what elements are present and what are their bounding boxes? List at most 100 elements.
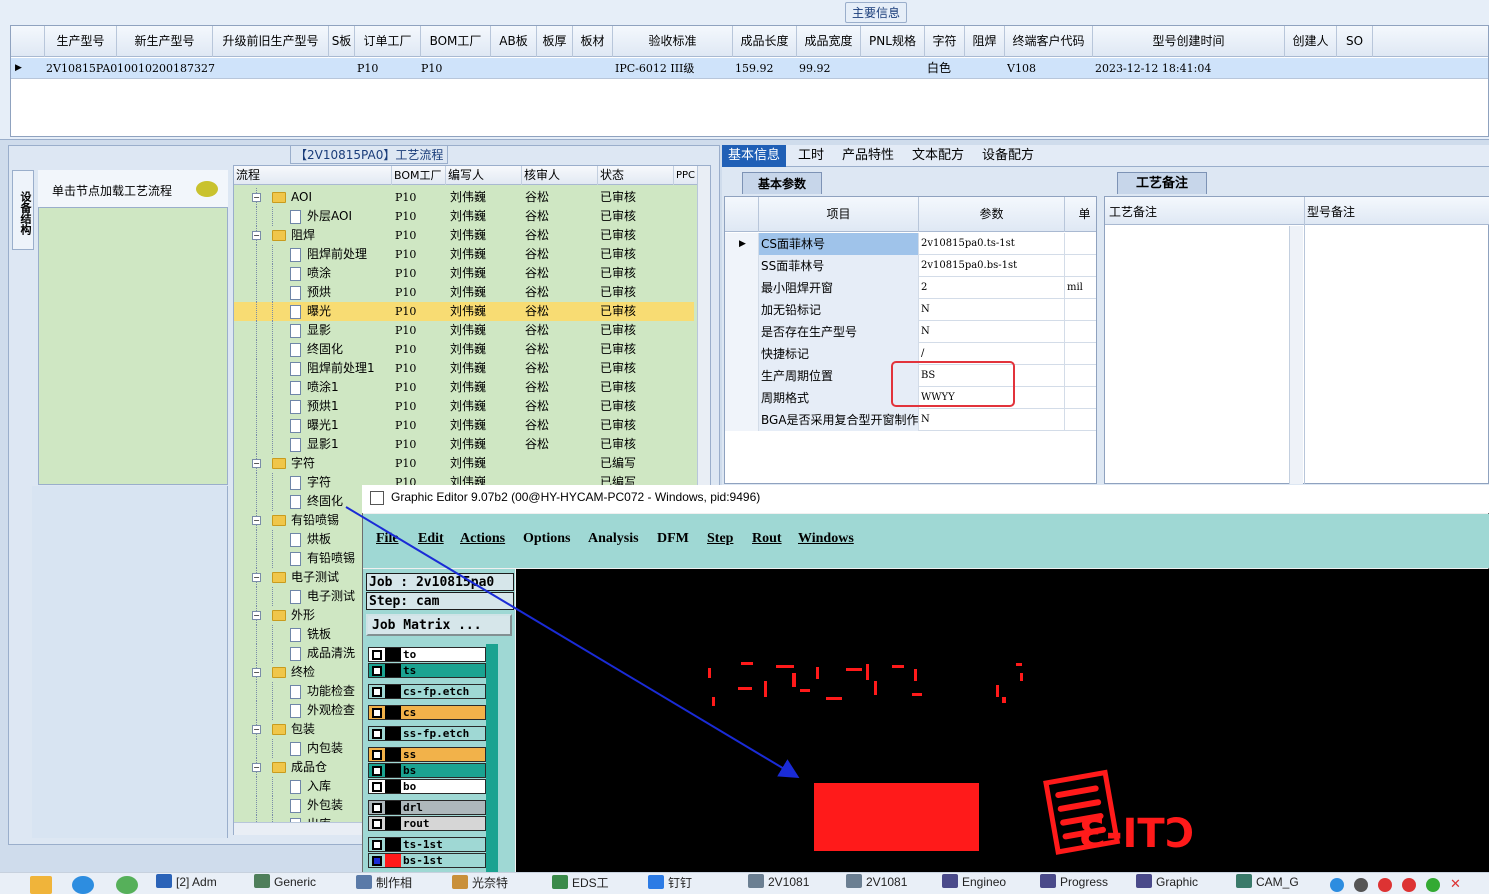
taskbar-item[interactable]: Progress (1040, 874, 1108, 894)
notes-col-model[interactable]: 型号备注 (1307, 203, 1355, 220)
tab-equipment-recipe[interactable]: 设备配方 (976, 145, 1040, 167)
cell-prod-model[interactable]: 2V10815PA0 (46, 58, 117, 79)
taskbar-item[interactable]: 2V1081 (846, 874, 907, 894)
collapse-icon[interactable]: − (252, 611, 261, 620)
tree-horizontal-scrollbar[interactable] (234, 822, 364, 835)
collapse-icon[interactable]: − (252, 231, 261, 240)
col-header-s-board[interactable]: S板 (329, 26, 355, 57)
cell-new-model[interactable]: 10010200187327 (117, 58, 215, 79)
tree-row[interactable]: − 字符 P10 刘伟巍 已编写 (234, 454, 694, 473)
col-header-width[interactable]: 成品宽度 (797, 26, 861, 57)
taskbar-item[interactable]: Engineo (942, 874, 1006, 894)
tree-col-status[interactable]: 状态 (598, 166, 674, 185)
param-col-value[interactable]: 参数 (919, 197, 1065, 232)
param-grid-corner[interactable] (725, 197, 759, 232)
layer-row[interactable]: cs-fp.etch (368, 684, 486, 699)
param-value[interactable]: 2v10815pa0.bs-1st (919, 255, 1065, 277)
param-value[interactable]: N (919, 409, 1065, 431)
layer-scrollbar[interactable] (486, 644, 498, 894)
collapse-icon[interactable]: − (252, 516, 261, 525)
col-header-pnl[interactable]: PNL规格 (861, 26, 925, 57)
collapse-icon[interactable]: − (252, 668, 261, 677)
tree-col-bom[interactable]: BOM工厂 (392, 166, 446, 185)
taskbar-item[interactable]: EDS工 (552, 874, 609, 894)
cell-char[interactable]: 白色 (927, 58, 951, 79)
tree-row[interactable]: 曝光1 P10 刘伟巍 谷松 已审核 (234, 416, 694, 435)
tree-row[interactable]: 阻焊前处理 P10 刘伟巍 谷松 已审核 (234, 245, 694, 264)
col-header-ab-board[interactable]: AB板 (491, 26, 537, 57)
col-header-customer-code[interactable]: 终端客户代码 (1005, 26, 1093, 57)
grid-corner[interactable] (11, 26, 45, 57)
cell-length[interactable]: 159.92 (735, 58, 774, 79)
menu-rout[interactable]: Rout (752, 531, 782, 547)
param-row[interactable]: 是否存在生产型号 N (725, 321, 1096, 343)
layer-checkbox[interactable] (372, 782, 382, 792)
col-header-order-factory[interactable]: 订单工厂 (355, 26, 421, 57)
menu-file[interactable]: File (376, 531, 399, 547)
param-col-unit[interactable]: 单 (1065, 197, 1096, 232)
menu-analysis[interactable]: Analysis (588, 531, 639, 547)
table-row[interactable]: ▶ 2V10815PA0 10010200187327 P10 P10 IPC-… (11, 58, 1488, 79)
layer-row[interactable]: ts (368, 663, 486, 678)
col-header-so[interactable]: SO (1337, 26, 1373, 57)
cell-bom-factory[interactable]: P10 (421, 58, 442, 79)
param-value[interactable]: N (919, 299, 1065, 321)
layer-checkbox[interactable] (372, 803, 382, 813)
col-header-char[interactable]: 字符 (925, 26, 965, 57)
layer-checkbox[interactable] (372, 819, 382, 829)
collapse-icon[interactable]: − (252, 763, 261, 772)
taskbar-item[interactable]: [2] Adm (156, 874, 217, 894)
tray-close-icon[interactable]: ✕ (1450, 878, 1464, 892)
layer-row[interactable]: rout (368, 816, 486, 831)
tree-row[interactable]: 终固化 P10 刘伟巍 谷松 已审核 (234, 340, 694, 359)
tree-row[interactable]: 显影 P10 刘伟巍 谷松 已审核 (234, 321, 694, 340)
edge-icon[interactable] (72, 876, 94, 894)
notes-col-process[interactable]: 工艺备注 (1109, 203, 1157, 220)
tab-basic-params[interactable]: 基本参数 (742, 172, 822, 194)
step-field[interactable]: Step: cam (366, 592, 514, 610)
menu-actions[interactable]: Actions (460, 531, 505, 547)
layer-checkbox[interactable] (372, 840, 382, 850)
job-field[interactable]: Job : 2v10815pa0 (366, 573, 514, 591)
taskbar-item[interactable]: 2V1081 (748, 874, 809, 894)
col-header-solder-mask[interactable]: 阻焊 (965, 26, 1005, 57)
layer-row[interactable]: ss-fp.etch (368, 726, 486, 741)
tray-app2-icon[interactable] (1402, 878, 1416, 892)
taskbar-item[interactable]: 钉钉 (648, 874, 692, 894)
layer-checkbox[interactable] (372, 650, 382, 660)
layer-checkbox[interactable] (372, 729, 382, 739)
layer-row[interactable]: drl (368, 800, 486, 815)
tree-row[interactable]: 外层AOI P10 刘伟巍 谷松 已审核 (234, 207, 694, 226)
tree-row[interactable]: 曝光 P10 刘伟巍 谷松 已审核 (234, 302, 694, 321)
tree-row[interactable]: − AOI P10 刘伟巍 谷松 已审核 (234, 188, 694, 207)
cell-order-factory[interactable]: P10 (357, 58, 378, 79)
cell-standard[interactable]: IPC-6012 III级 (615, 58, 694, 79)
tab-basic-info[interactable]: 基本信息 (722, 145, 787, 167)
param-row[interactable]: 加无铅标记 N (725, 299, 1096, 321)
tree-row[interactable]: 喷涂1 P10 刘伟巍 谷松 已审核 (234, 378, 694, 397)
col-header-thickness[interactable]: 板厚 (537, 26, 573, 57)
tray-network-icon[interactable] (1330, 878, 1344, 892)
col-header-old-model[interactable]: 升级前旧生产型号 (213, 26, 329, 57)
layer-row[interactable]: ts-1st (368, 837, 486, 852)
tree-row[interactable]: 预烘 P10 刘伟巍 谷松 已审核 (234, 283, 694, 302)
tree-col-flow[interactable]: 流程 (234, 166, 392, 185)
tree-col-writer[interactable]: 编写人 (446, 166, 522, 185)
layer-row[interactable]: to (368, 647, 486, 662)
side-tab-equipment[interactable]: 设备结构 (12, 170, 34, 250)
taskbar-item[interactable]: 制作相 (356, 874, 412, 894)
param-row[interactable]: BGA是否采用复合型开窗制作 N (725, 409, 1096, 431)
layer-checkbox[interactable] (372, 708, 382, 718)
taskbar-item[interactable]: Graphic (1136, 874, 1198, 894)
layer-checkbox[interactable] (372, 687, 382, 697)
col-header-standard[interactable]: 验收标准 (613, 26, 733, 57)
chat-bubble-icon[interactable] (196, 181, 218, 197)
collapse-icon[interactable]: − (252, 459, 261, 468)
layer-row[interactable]: ss (368, 747, 486, 762)
layer-checkbox[interactable] (372, 766, 382, 776)
cell-width[interactable]: 99.92 (799, 58, 831, 79)
layer-row[interactable]: bs (368, 763, 486, 778)
tray-app3-icon[interactable] (1426, 878, 1440, 892)
layer-checkbox[interactable] (372, 856, 382, 866)
collapse-icon[interactable]: − (252, 725, 261, 734)
